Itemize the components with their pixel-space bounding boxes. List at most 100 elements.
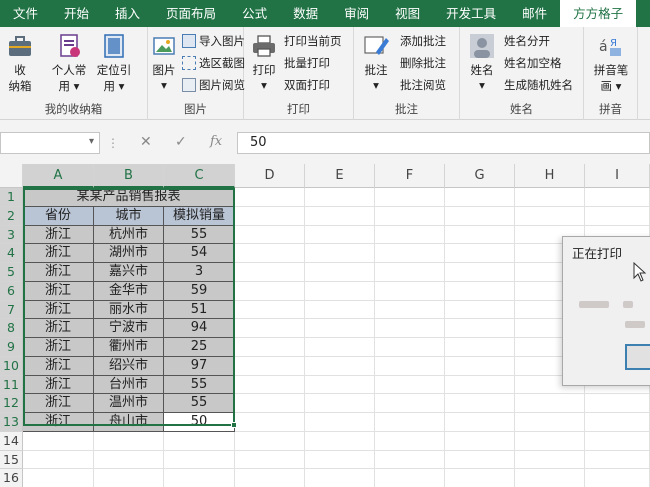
table-row-cell[interactable]: 丽水市 <box>94 300 164 320</box>
cell[interactable] <box>235 469 305 487</box>
cell[interactable] <box>515 188 585 207</box>
cell[interactable] <box>515 394 585 413</box>
name-box-dropdown-icon[interactable]: ▾ <box>89 136 94 147</box>
cell[interactable] <box>375 450 445 470</box>
cell[interactable] <box>23 469 94 487</box>
table-title-cell[interactable]: 某某产品销售报表 <box>23 188 235 207</box>
insert-function-icon[interactable]: fx <box>210 134 222 149</box>
table-row-cell[interactable]: 浙江 <box>23 356 94 376</box>
region-screenshot-button[interactable]: 选区截图 <box>182 53 245 73</box>
table-row-cell[interactable]: 51 <box>164 300 235 320</box>
cell[interactable] <box>375 413 445 432</box>
table-row-cell[interactable]: 54 <box>164 244 235 263</box>
cell[interactable] <box>375 394 445 413</box>
table-header-cell[interactable]: 模拟销量 <box>164 206 235 226</box>
cell[interactable] <box>235 394 305 413</box>
add-comment-button[interactable]: 添加批注 <box>400 31 446 51</box>
tab-review[interactable]: 审阅 <box>331 0 382 27</box>
import-picture-button[interactable]: 导入图片 <box>182 31 245 51</box>
cell[interactable] <box>235 188 305 207</box>
cell[interactable] <box>375 356 445 376</box>
formula-input[interactable]: 50 <box>237 132 650 154</box>
split-name-button[interactable]: 姓名分开 <box>504 31 550 51</box>
cancel-icon[interactable]: ✕ <box>140 134 152 150</box>
tab-developer[interactable]: 开发工具 <box>433 0 509 27</box>
cell[interactable] <box>235 206 305 226</box>
generate-random-name-button[interactable]: 生成随机姓名 <box>504 75 573 95</box>
cell[interactable] <box>305 394 375 413</box>
cell[interactable] <box>585 188 650 207</box>
row-header-7[interactable]: 7 <box>0 300 23 320</box>
table-row-cell[interactable]: 舟山市 <box>94 413 164 432</box>
column-header-g[interactable]: G <box>445 164 515 188</box>
tab-file[interactable]: 文件 <box>0 0 51 27</box>
table-row-cell[interactable]: 浙江 <box>23 413 94 432</box>
cell[interactable] <box>445 431 515 451</box>
cell[interactable] <box>445 356 515 376</box>
cell[interactable] <box>305 244 375 263</box>
row-header-14[interactable]: 14 <box>0 431 23 451</box>
cell[interactable] <box>375 244 445 263</box>
cell[interactable] <box>164 450 235 470</box>
picture-button[interactable]: 图片 ▾ <box>148 32 180 92</box>
cell[interactable] <box>305 300 375 320</box>
cell[interactable] <box>445 450 515 470</box>
column-header-b[interactable]: B <box>94 164 164 188</box>
cell[interactable] <box>235 356 305 376</box>
cell[interactable] <box>235 225 305 245</box>
cell[interactable] <box>445 244 515 263</box>
tab-page-layout[interactable]: 页面布局 <box>153 0 229 27</box>
column-header-c[interactable]: C <box>164 164 235 188</box>
cell[interactable] <box>164 469 235 487</box>
cell[interactable] <box>94 450 164 470</box>
row-header-15[interactable]: 15 <box>0 450 23 470</box>
cell[interactable] <box>445 413 515 432</box>
table-row-cell[interactable]: 金华市 <box>94 281 164 301</box>
table-row-cell[interactable]: 衢州市 <box>94 338 164 357</box>
table-row-cell[interactable]: 绍兴市 <box>94 356 164 376</box>
cell[interactable] <box>375 281 445 301</box>
cell[interactable] <box>515 413 585 432</box>
table-row-cell[interactable]: 湖州市 <box>94 244 164 263</box>
cell[interactable] <box>375 319 445 338</box>
row-header-6[interactable]: 6 <box>0 281 23 301</box>
batch-print-button[interactable]: 批量打印 <box>284 53 330 73</box>
cell[interactable] <box>305 356 375 376</box>
cell[interactable] <box>305 413 375 432</box>
delete-comment-button[interactable]: 删除批注 <box>400 53 446 73</box>
cell[interactable] <box>305 469 375 487</box>
cell[interactable] <box>235 244 305 263</box>
cell[interactable] <box>305 206 375 226</box>
cell[interactable] <box>94 469 164 487</box>
cell[interactable] <box>235 263 305 282</box>
column-header-a[interactable]: A <box>23 164 94 188</box>
table-row-cell[interactable]: 3 <box>164 263 235 282</box>
tab-insert[interactable]: 插入 <box>102 0 153 27</box>
column-header-e[interactable]: E <box>305 164 375 188</box>
cell[interactable] <box>375 431 445 451</box>
cell[interactable] <box>375 469 445 487</box>
table-row-cell[interactable]: 浙江 <box>23 225 94 245</box>
cell[interactable] <box>375 375 445 395</box>
cell[interactable] <box>235 375 305 395</box>
cell[interactable] <box>445 188 515 207</box>
cell[interactable] <box>585 394 650 413</box>
cell[interactable] <box>305 225 375 245</box>
cell[interactable] <box>235 281 305 301</box>
table-row-cell[interactable]: 59 <box>164 281 235 301</box>
cell[interactable] <box>445 319 515 338</box>
cell[interactable] <box>235 338 305 357</box>
duplex-print-button[interactable]: 双面打印 <box>284 75 330 95</box>
cell[interactable] <box>445 263 515 282</box>
table-row-cell[interactable]: 浙江 <box>23 244 94 263</box>
table-row-cell[interactable]: 杭州市 <box>94 225 164 245</box>
column-header-d[interactable]: D <box>235 164 305 188</box>
picture-browse-button[interactable]: 图片阅览 <box>182 75 245 95</box>
table-row-cell[interactable]: 浙江 <box>23 394 94 413</box>
row-header-5[interactable]: 5 <box>0 263 23 282</box>
cell[interactable] <box>445 225 515 245</box>
cell[interactable] <box>305 263 375 282</box>
pinyin-stroke-button[interactable]: á Я 拼音笔 画 ▾ <box>588 32 634 94</box>
tab-home[interactable]: 开始 <box>51 0 102 27</box>
row-header-3[interactable]: 3 <box>0 225 23 245</box>
